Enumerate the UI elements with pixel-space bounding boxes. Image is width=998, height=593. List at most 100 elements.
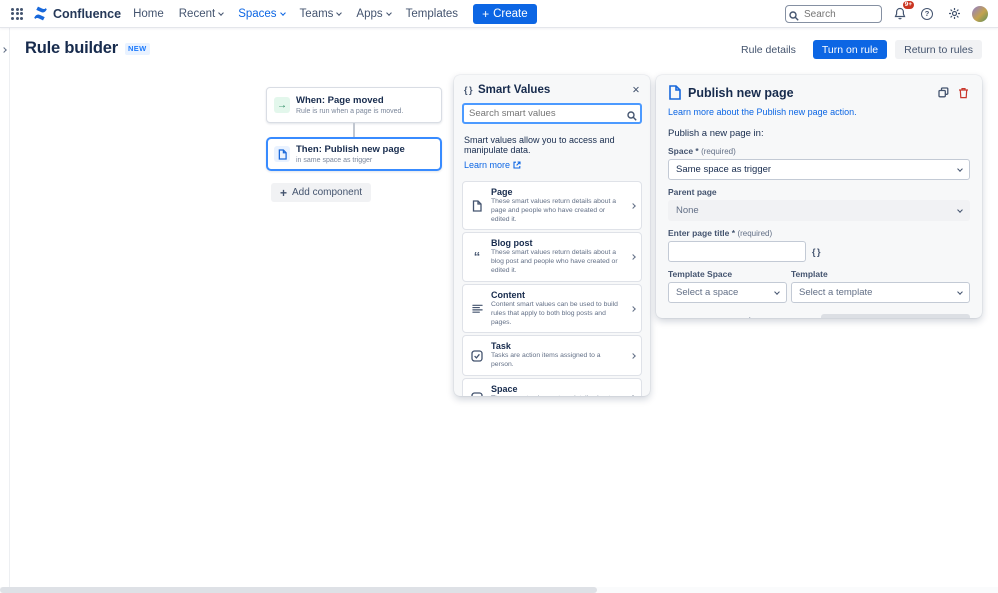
next-button[interactable]: Next	[821, 314, 970, 318]
nav-templates[interactable]: Templates	[406, 8, 458, 20]
chevron-down-icon	[957, 289, 963, 295]
user-avatar[interactable]	[972, 6, 988, 22]
action-title: Then: Publish new page	[296, 144, 405, 155]
smart-values-learn-more-link[interactable]: Learn more	[464, 160, 521, 170]
space-select[interactable]: Same space as trigger	[668, 159, 970, 180]
back-button[interactable]: Back	[668, 314, 817, 318]
smart-values-search	[462, 103, 642, 124]
template-field-label: Template	[791, 269, 970, 279]
trash-icon	[958, 87, 969, 99]
publish-new-page-panel: Publish new page Learn more about the Pu…	[656, 75, 982, 318]
nav-recent[interactable]: Recent	[179, 8, 223, 20]
copy-icon	[938, 87, 949, 98]
trigger-title: When: Page moved	[296, 95, 403, 106]
smart-value-item-page[interactable]: Page These smart values return details a…	[462, 181, 642, 230]
top-navigation-bar: Confluence Home Recent Spaces Teams Apps…	[0, 0, 998, 28]
smart-values-header: { } Smart Values ✕	[454, 75, 650, 101]
content-icon	[469, 303, 485, 314]
action-card-selected[interactable]: Then: Publish new page in same space as …	[266, 137, 442, 171]
space-field-label: Space * (required)	[668, 146, 970, 156]
chevron-down-icon	[957, 207, 963, 213]
create-button[interactable]: + Create	[473, 4, 537, 24]
notification-count-badge: 9+	[903, 1, 914, 10]
smart-value-item-blog-post[interactable]: “ Blog post These smart values return de…	[462, 232, 642, 281]
gear-icon	[948, 7, 961, 20]
chevron-down-icon	[218, 10, 224, 16]
page-title-input[interactable]	[668, 241, 806, 262]
insert-smart-value-button[interactable]: { }	[812, 247, 820, 257]
publish-panel-header: Publish new page	[668, 85, 970, 100]
braces-icon: { }	[464, 85, 472, 95]
blog-post-icon: “	[469, 253, 485, 261]
nav-home[interactable]: Home	[133, 8, 164, 20]
plus-icon: +	[482, 8, 489, 20]
page-header: Rule builder NEW	[25, 39, 150, 58]
smart-value-item-content[interactable]: Content Content smart values can be used…	[462, 284, 642, 333]
brand-name: Confluence	[53, 7, 121, 21]
duplicate-component-button[interactable]	[937, 86, 950, 99]
horizontal-scrollbar-thumb[interactable]	[0, 587, 597, 593]
help-button[interactable]: ?	[918, 5, 936, 23]
chevron-down-icon	[774, 289, 780, 295]
help-icon: ?	[921, 8, 933, 20]
add-component-button[interactable]: + Add component	[271, 183, 371, 202]
smart-values-search-input[interactable]	[462, 103, 642, 124]
horizontal-scrollbar-track	[0, 587, 998, 593]
template-space-select[interactable]: Select a space	[668, 282, 787, 303]
braces-icon: { }	[812, 247, 820, 257]
new-badge: NEW	[125, 43, 150, 55]
chevron-down-icon	[280, 10, 286, 16]
external-link-icon	[513, 161, 521, 169]
rule-details-button[interactable]: Rule details	[732, 40, 805, 59]
header-actions: Rule details Turn on rule Return to rule…	[732, 40, 982, 59]
plus-icon: +	[280, 187, 287, 199]
primary-nav: Home Recent Spaces Teams Apps Templates	[133, 8, 458, 20]
parent-page-select[interactable]: None	[668, 200, 970, 221]
action-subtitle: in same space as trigger	[296, 157, 405, 164]
page-title-field-label: Enter page title * (required)	[668, 228, 970, 238]
page-icon	[469, 200, 485, 212]
confluence-app-window: Confluence Home Recent Spaces Teams Apps…	[0, 0, 998, 593]
app-switcher-icon[interactable]	[10, 7, 24, 21]
chevron-down-icon	[337, 10, 343, 16]
publish-learn-more-link[interactable]: Learn more about the Publish new page ac…	[668, 107, 857, 117]
close-icon[interactable]: ✕	[632, 85, 640, 96]
bell-icon	[894, 7, 906, 20]
return-to-rules-button[interactable]: Return to rules	[895, 40, 982, 59]
publish-intro-text: Publish a new page in:	[668, 128, 970, 139]
page-icon	[274, 146, 290, 162]
global-search	[785, 4, 882, 24]
parent-page-field-label: Parent page	[668, 187, 970, 197]
smart-value-item-space[interactable]: Space These smart values return details …	[462, 378, 642, 396]
task-checkbox-icon	[469, 350, 485, 362]
chevron-right-icon	[630, 203, 636, 209]
trigger-subtitle: Rule is run when a page is moved.	[296, 108, 403, 115]
chevron-right-icon	[630, 254, 636, 260]
smart-values-list: Page These smart values return details a…	[462, 181, 642, 396]
search-input[interactable]	[785, 5, 882, 23]
smart-values-title: Smart Values	[478, 84, 550, 96]
template-space-field-label: Template Space	[668, 269, 787, 279]
settings-button[interactable]	[945, 5, 963, 23]
template-select[interactable]: Select a template	[791, 282, 970, 303]
nav-teams[interactable]: Teams	[300, 8, 342, 20]
nav-apps[interactable]: Apps	[356, 8, 390, 20]
smart-values-panel: { } Smart Values ✕ Smart values allow yo…	[454, 75, 650, 396]
smart-values-intro: Smart values allow you to access and man…	[464, 135, 640, 155]
notifications-button[interactable]: 9+	[891, 5, 909, 23]
space-icon	[469, 392, 485, 396]
chevron-down-icon	[386, 10, 392, 16]
delete-component-button[interactable]	[957, 86, 970, 100]
chevron-right-icon	[630, 306, 636, 312]
expand-sidebar-chevron[interactable]	[2, 39, 6, 57]
flow-connector-line	[353, 123, 355, 137]
trigger-arrow-icon: →	[274, 97, 290, 113]
collapsed-sidebar-rail	[0, 28, 10, 587]
trigger-card[interactable]: → When: Page moved Rule is run when a pa…	[266, 87, 442, 123]
turn-on-rule-button[interactable]: Turn on rule	[813, 40, 887, 59]
smart-value-item-task[interactable]: Task Tasks are action items assigned to …	[462, 335, 642, 376]
confluence-logo[interactable]: Confluence	[33, 6, 121, 21]
page-icon	[668, 85, 681, 100]
publish-panel-title: Publish new page	[688, 86, 930, 100]
nav-spaces[interactable]: Spaces	[238, 8, 284, 20]
